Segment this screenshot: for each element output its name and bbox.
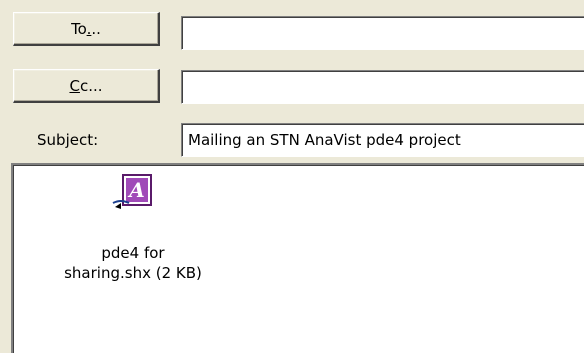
subject-value: Mailing an STN AnaVist pde4 project [188, 131, 461, 149]
to-button-label: To... [71, 19, 101, 38]
attachment-item[interactable]: A pde4 for sharing.shx (2 KB) [43, 173, 223, 283]
anavist-file-icon: A [111, 173, 155, 213]
attachment-caption: pde4 for sharing.shx (2 KB) [64, 244, 202, 282]
subject-field[interactable]: Mailing an STN AnaVist pde4 project [181, 123, 584, 157]
to-field[interactable] [181, 16, 584, 50]
message-body[interactable]: A pde4 for sharing.shx (2 KB) [11, 163, 584, 353]
cc-button[interactable]: Cc... [13, 69, 160, 103]
svg-text:A: A [127, 178, 145, 202]
cc-field[interactable] [181, 70, 584, 104]
subject-label: Subject: [37, 131, 99, 149]
to-button[interactable]: To... [13, 12, 160, 46]
cc-button-label: Cc... [69, 76, 103, 95]
